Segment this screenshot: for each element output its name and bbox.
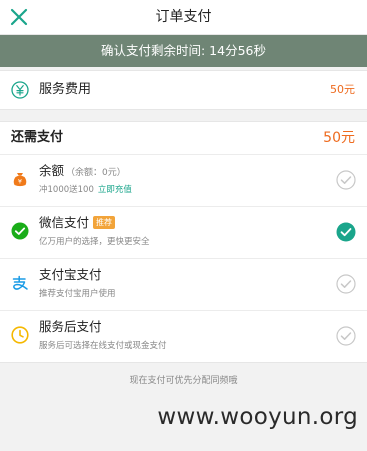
clock-icon — [11, 326, 29, 344]
service-fee-amount: 50元 — [330, 83, 355, 96]
balance-note: （余额：0元） — [66, 168, 126, 178]
method-subtitle: 冲1000送100 立即充值 — [39, 185, 132, 195]
divider — [0, 258, 367, 259]
method-title: 余额 （余额：0元） — [39, 163, 126, 178]
wallet-icon: ¥ — [13, 173, 27, 187]
radio-unchecked-icon[interactable] — [336, 326, 356, 346]
payment-method-alipay[interactable]: 支付宝支付 推荐支付宝用户使用 — [0, 258, 367, 310]
recommended-badge: 推荐 — [93, 216, 116, 229]
method-title: 微信支付 推荐 — [39, 214, 116, 232]
alipay-icon — [12, 275, 28, 290]
divider — [0, 206, 367, 207]
page-title: 订单支付 — [155, 9, 212, 25]
payment-method-pay-later[interactable]: 服务后支付 服务后可选择在线支付或现金支付 — [0, 310, 367, 362]
svg-text:¥: ¥ — [18, 178, 22, 186]
amount-due-value: 50元 — [323, 130, 355, 146]
radio-checked-icon[interactable] — [336, 222, 356, 242]
payment-method-balance[interactable]: ¥ 余额 （余额：0元） 冲1000送100 立即充值 — [0, 154, 367, 206]
amount-due-label: 还需支付 — [11, 130, 64, 145]
method-subtitle: 服务后可选择在线支付或现金支付 — [39, 341, 167, 351]
method-title: 服务后支付 — [39, 319, 102, 334]
divider — [0, 310, 367, 311]
yuan-icon — [11, 81, 29, 99]
wechat-pay-icon — [11, 222, 29, 240]
service-fee-row: 服务费用 50元 — [0, 70, 367, 110]
method-subtitle: 推荐支付宝用户使用 — [39, 289, 116, 299]
method-title: 支付宝支付 — [39, 267, 102, 282]
top-up-link[interactable]: 立即充值 — [98, 185, 132, 195]
radio-unchecked-icon[interactable] — [336, 274, 356, 294]
priority-hint: 现在支付可优先分配同频哦 — [129, 376, 238, 386]
payment-panel: 还需支付 50元 ¥ 余额 （余额：0元） 冲1000送100 立即充值 微信支付推… — [0, 121, 367, 363]
divider — [0, 154, 367, 155]
title-bar: 订单支付 — [0, 0, 367, 35]
payment-method-wechat[interactable]: 微信支付 推荐 亿万用户的选择，更快更安全 — [0, 206, 367, 258]
service-fee-label: 服务费用 — [39, 82, 92, 97]
watermark: www.wooyun.org — [157, 404, 358, 430]
method-subtitle: 亿万用户的选择，更快更安全 — [39, 237, 150, 247]
countdown-banner: 确认支付剩余时间: 14分56秒 — [0, 35, 367, 67]
radio-unchecked-icon[interactable] — [336, 170, 356, 190]
